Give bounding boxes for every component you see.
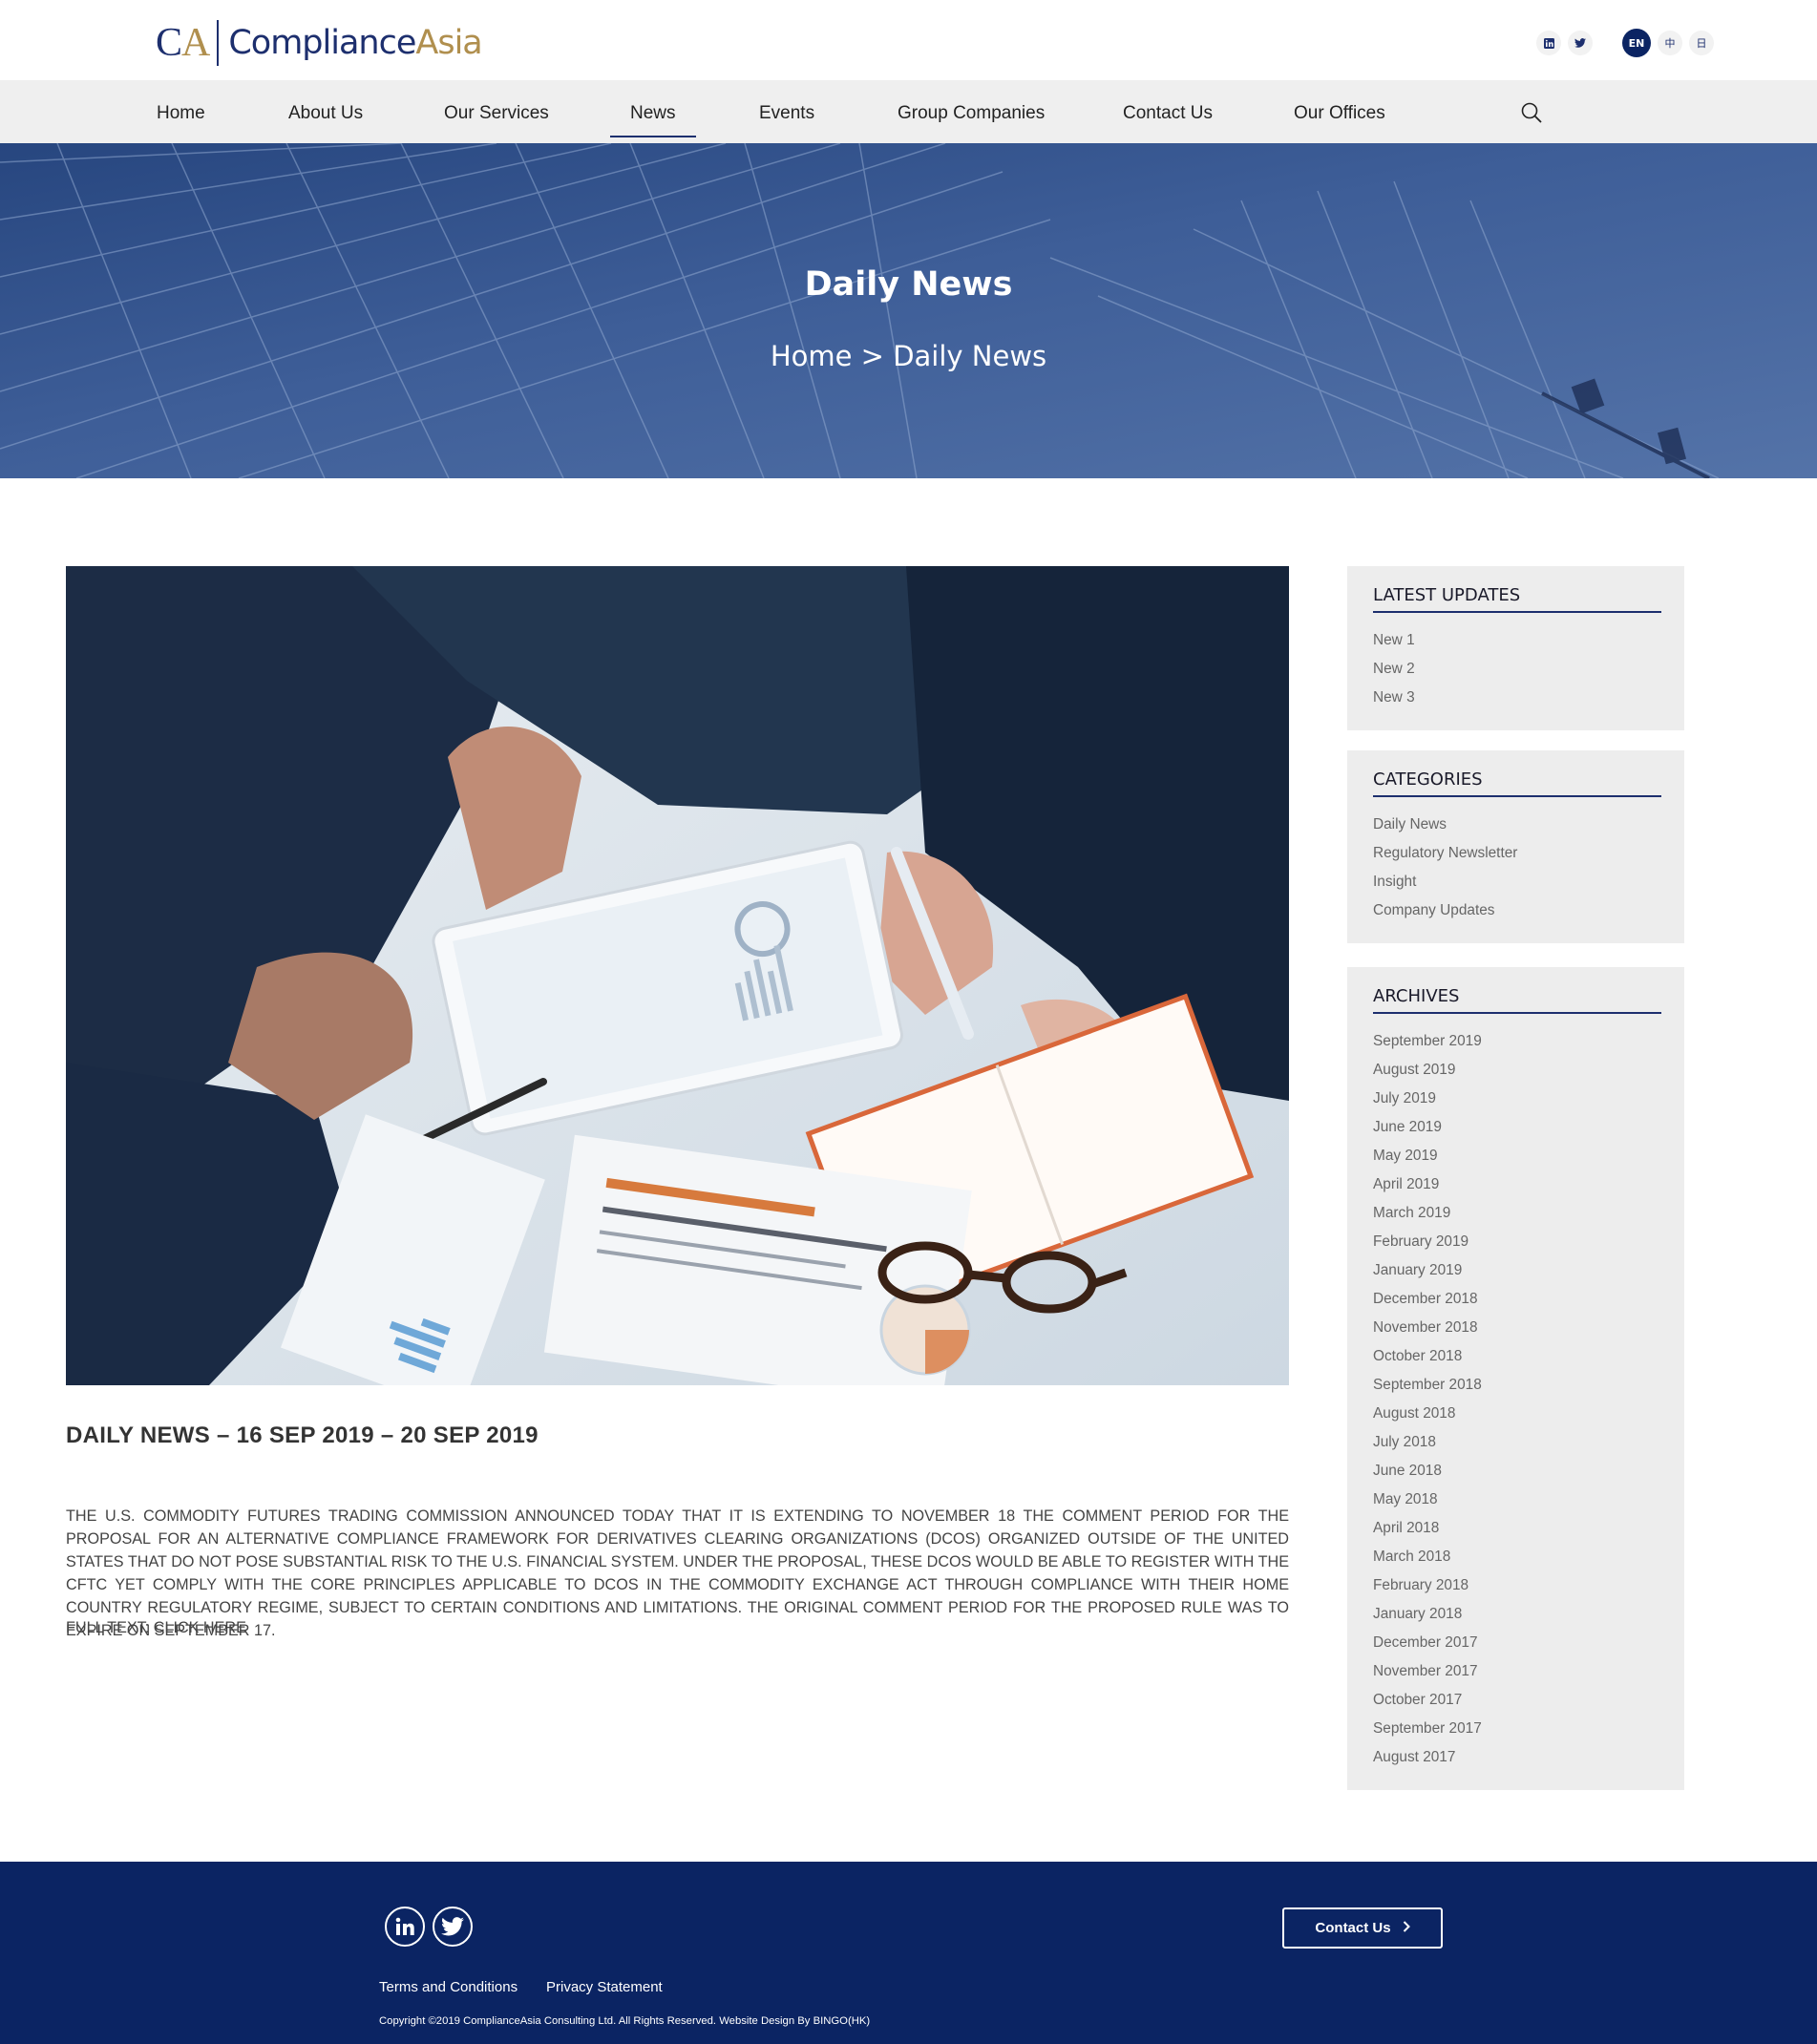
archive-item[interactable]: May 2018 [1373, 1486, 1661, 1514]
archive-item[interactable]: October 2017 [1373, 1686, 1661, 1715]
latest-updates-widget: LATEST UPDATES New 1 New 2 New 3 [1347, 566, 1684, 730]
article-image [66, 566, 1289, 1385]
archive-item[interactable]: December 2017 [1373, 1629, 1661, 1657]
archive-item[interactable]: August 2018 [1373, 1400, 1661, 1428]
latest-update-item[interactable]: New 2 [1373, 655, 1661, 684]
logo[interactable]: CA ComplianceAsia [156, 19, 483, 67]
full-text-link[interactable]: FULL TEXT: CLICK HERE [66, 1619, 246, 1637]
linkedin-icon[interactable] [385, 1907, 425, 1947]
header-actions: EN 中 日 [1536, 29, 1714, 57]
nav-item-home[interactable]: Home [157, 103, 205, 124]
footer-contact-button[interactable]: Contact Us [1282, 1907, 1443, 1949]
archive-item[interactable]: March 2019 [1373, 1199, 1661, 1228]
page-title: Daily News [804, 265, 1013, 304]
archive-item[interactable]: December 2018 [1373, 1285, 1661, 1314]
footer-contact-label: Contact Us [1315, 1920, 1391, 1936]
archive-item[interactable]: July 2019 [1373, 1085, 1661, 1113]
archive-item[interactable]: September 2018 [1373, 1371, 1661, 1400]
archive-item[interactable]: July 2018 [1373, 1428, 1661, 1457]
article-body: The U.S. Commodity Futures Trading Commi… [66, 1507, 1289, 1639]
site-footer: Contact Us Terms and Conditions Privacy … [0, 1862, 1817, 2044]
archive-item[interactable]: September 2019 [1373, 1027, 1661, 1056]
banner-building-image [0, 143, 1817, 478]
archive-item[interactable]: August 2019 [1373, 1056, 1661, 1085]
categories-list: Daily News Regulatory Newsletter Insight… [1373, 797, 1661, 925]
article-title: DAILY NEWS – 16 SEP 2019 – 20 SEP 2019 [66, 1422, 539, 1448]
latest-update-item[interactable]: New 3 [1373, 684, 1661, 712]
archive-item[interactable]: May 2019 [1373, 1142, 1661, 1170]
archive-item[interactable]: February 2019 [1373, 1228, 1661, 1256]
nav-item-contact-us[interactable]: Contact Us [1123, 103, 1213, 124]
archive-item[interactable]: August 2017 [1373, 1743, 1661, 1772]
archive-item[interactable]: October 2018 [1373, 1342, 1661, 1371]
nav-item-our-offices[interactable]: Our Offices [1294, 103, 1385, 124]
archive-item[interactable]: February 2018 [1373, 1571, 1661, 1600]
chevron-right-icon [1403, 1920, 1410, 1936]
archive-item[interactable]: September 2017 [1373, 1715, 1661, 1743]
linkedin-icon[interactable] [1536, 31, 1561, 55]
breadcrumb[interactable]: Home > Daily News [0, 340, 1817, 372]
nav-item-events[interactable]: Events [759, 103, 814, 124]
language-en-button[interactable]: EN [1622, 29, 1651, 57]
search-icon[interactable] [1520, 101, 1543, 124]
nav-item-about-us[interactable]: About Us [288, 103, 363, 124]
copyright-text: Copyright ©2019 ComplianceAsia Consultin… [379, 2015, 871, 2027]
page-banner: Daily News Home > Daily News [0, 143, 1817, 478]
category-item[interactable]: Regulatory Newsletter [1373, 839, 1661, 868]
archive-item[interactable]: November 2017 [1373, 1657, 1661, 1686]
category-item[interactable]: Daily News [1373, 811, 1661, 839]
latest-updates-list: New 1 New 2 New 3 [1373, 613, 1661, 712]
category-item[interactable]: Company Updates [1373, 896, 1661, 925]
logo-divider [217, 20, 220, 66]
main-nav: Home About Us Our Services News Events G… [0, 80, 1817, 143]
archives-heading: ARCHIVES [1373, 967, 1661, 1014]
twitter-icon[interactable] [433, 1907, 473, 1947]
archive-item[interactable]: March 2018 [1373, 1543, 1661, 1571]
archive-item[interactable]: April 2019 [1373, 1170, 1661, 1199]
nav-item-group-companies[interactable]: Group Companies [898, 103, 1045, 124]
latest-updates-heading: LATEST UPDATES [1373, 566, 1661, 613]
archive-item[interactable]: April 2018 [1373, 1514, 1661, 1543]
nav-item-our-services[interactable]: Our Services [444, 103, 549, 124]
categories-widget: CATEGORIES Daily News Regulatory Newslet… [1347, 750, 1684, 943]
top-header: CA ComplianceAsia EN 中 日 [0, 0, 1817, 80]
logo-mark: CA [156, 21, 210, 65]
archive-item[interactable]: June 2019 [1373, 1113, 1661, 1142]
archive-item[interactable]: November 2018 [1373, 1314, 1661, 1342]
privacy-link[interactable]: Privacy Statement [546, 1979, 663, 1995]
language-ja-button[interactable]: 日 [1689, 31, 1714, 55]
language-zh-button[interactable]: 中 [1658, 31, 1682, 55]
archives-list: September 2019 August 2019 July 2019 Jun… [1373, 1014, 1661, 1772]
category-item[interactable]: Insight [1373, 868, 1661, 896]
nav-item-news[interactable]: News [610, 103, 695, 137]
latest-update-item[interactable]: New 1 [1373, 626, 1661, 655]
archives-widget: ARCHIVES September 2019 August 2019 July… [1347, 967, 1684, 1790]
archive-item[interactable]: June 2018 [1373, 1457, 1661, 1486]
twitter-icon[interactable] [1568, 31, 1593, 55]
categories-heading: CATEGORIES [1373, 750, 1661, 797]
logo-wordmark: ComplianceAsia [228, 24, 482, 62]
terms-link[interactable]: Terms and Conditions [379, 1979, 518, 1995]
archive-item[interactable]: January 2019 [1373, 1256, 1661, 1285]
archive-item[interactable]: January 2018 [1373, 1600, 1661, 1629]
